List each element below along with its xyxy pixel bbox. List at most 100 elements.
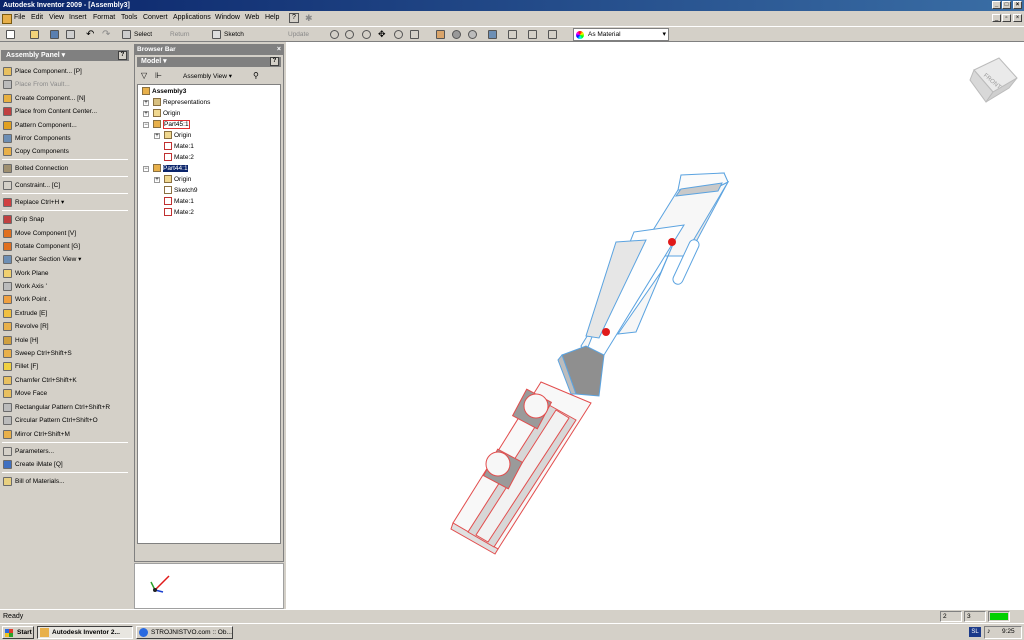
select-icon[interactable] — [122, 30, 131, 39]
redo-icon[interactable]: ↷ — [102, 29, 110, 40]
menu-file[interactable]: File — [14, 14, 25, 21]
menu-insert[interactable]: Insert — [69, 14, 87, 21]
sketch-icon[interactable] — [212, 30, 221, 39]
tool-item[interactable]: Pattern Component... — [3, 120, 77, 132]
menu-web[interactable]: Web — [245, 14, 259, 21]
tool-item[interactable]: Create Component... [N] — [3, 93, 85, 105]
tool-item[interactable]: Place from Content Center... — [3, 106, 97, 118]
assembly-view-dropdown[interactable]: Assembly View ▾ — [183, 72, 232, 80]
part44-model[interactable] — [450, 381, 592, 555]
panel-help-icon[interactable]: ? — [118, 51, 127, 60]
display-mode-icon[interactable] — [436, 30, 445, 39]
tree-node[interactable]: Part44:1 — [153, 164, 188, 174]
browser-help-icon[interactable]: ? — [270, 57, 279, 66]
model-dropdown[interactable]: Model ▾ ? — [137, 57, 281, 67]
tool-item[interactable]: Work Point . — [3, 294, 50, 306]
menu-view[interactable]: View — [49, 14, 64, 21]
minimize-button[interactable]: _ — [992, 1, 1001, 9]
expand-toggle[interactable]: − — [143, 122, 149, 128]
doc-minimize-button[interactable]: _ — [992, 14, 1001, 22]
tool-item[interactable]: Sweep Ctrl+Shift+S — [3, 348, 72, 360]
tool-item[interactable]: Place From Vault... — [3, 79, 70, 91]
maximize-button[interactable]: □ — [1002, 1, 1011, 9]
tool-item[interactable]: Rotate Component [G] — [3, 241, 80, 253]
pan-icon[interactable]: ✥ — [378, 29, 386, 40]
tool-item[interactable]: Work Plane — [3, 268, 48, 280]
menu-applications[interactable]: Applications — [173, 14, 211, 21]
open-icon[interactable] — [30, 30, 39, 39]
menu-help[interactable]: Help — [265, 14, 279, 21]
tool-item[interactable]: Fillet [F] — [3, 361, 38, 373]
tree-node[interactable]: Origin — [153, 109, 180, 119]
tool-item[interactable]: Quarter Section View ▾ — [3, 254, 81, 266]
expand-toggle[interactable]: − — [143, 166, 149, 172]
constraint-point-upper[interactable] — [668, 238, 676, 246]
task-inventor[interactable]: Autodesk Inventor 2... — [37, 626, 133, 639]
hierarchy-icon[interactable]: ⊩ — [155, 71, 162, 80]
tool-item[interactable]: Rectangular Pattern Ctrl+Shift+R — [3, 402, 110, 414]
tool-item[interactable]: Move Component [V] — [3, 228, 76, 240]
tool-item[interactable]: Mirror Components — [3, 133, 71, 145]
tool-item[interactable]: Copy Components — [3, 146, 69, 158]
material-select[interactable]: As Material ▾ — [573, 28, 669, 41]
graphics-window[interactable]: FRONT — [286, 42, 1024, 609]
tree-node[interactable]: Representations — [153, 98, 210, 108]
ground-plane-icon[interactable] — [508, 30, 517, 39]
speaker-icon[interactable]: ♪ — [987, 628, 991, 635]
menu-tools[interactable]: Tools — [121, 14, 137, 21]
rotate-view-icon[interactable] — [394, 30, 403, 39]
camera-icon[interactable] — [488, 30, 497, 39]
start-button[interactable]: Start — [2, 626, 34, 639]
filter-icon[interactable]: ▽ — [141, 71, 147, 80]
save-icon[interactable] — [50, 30, 59, 39]
constraint-point-lower[interactable] — [602, 328, 610, 336]
tool-item[interactable]: Revolve [R] — [3, 321, 49, 333]
undo-icon[interactable]: ↶ — [86, 29, 94, 40]
sketch-button[interactable]: Sketch — [224, 29, 244, 40]
tree-node[interactable]: Part45:1 — [153, 120, 190, 130]
tree-node[interactable]: Sketch9 — [164, 186, 198, 196]
tool-item[interactable]: Circular Pattern Ctrl+Shift+O — [3, 415, 98, 427]
close-button[interactable]: × — [1013, 1, 1022, 9]
tool-item[interactable]: Mirror Ctrl+Shift+M — [3, 429, 70, 441]
doc-restore-button[interactable]: ▫ — [1002, 14, 1011, 22]
language-indicator[interactable]: SL — [969, 627, 981, 637]
tool-item[interactable]: Hole [H] — [3, 335, 38, 347]
menu-format[interactable]: Format — [93, 14, 115, 21]
expand-toggle[interactable]: + — [154, 133, 160, 139]
app-icon[interactable] — [2, 14, 12, 24]
new-icon[interactable] — [6, 30, 15, 39]
tree-node[interactable]: Mate:2 — [164, 208, 194, 218]
binoculars-icon[interactable]: ⚲ — [253, 71, 259, 80]
look-at-icon[interactable] — [410, 30, 419, 39]
menu-edit[interactable]: Edit — [31, 14, 43, 21]
zoom-selected-icon[interactable] — [362, 30, 371, 39]
menu-window[interactable]: Window — [215, 14, 240, 21]
tool-item[interactable]: Move Face — [3, 388, 47, 400]
style-icon[interactable] — [548, 30, 557, 39]
shadow-icon[interactable] — [468, 30, 477, 39]
model-view[interactable]: FRONT — [286, 42, 1024, 609]
reflection-icon[interactable] — [528, 30, 537, 39]
tool-item[interactable]: Place Component... [P] — [3, 66, 82, 78]
panel-header[interactable]: Assembly Panel ▾ ? — [1, 50, 129, 61]
tree-node[interactable]: Origin — [164, 175, 191, 185]
tool-item[interactable]: Bolted Connection — [3, 163, 68, 175]
tool-item[interactable]: Replace Ctrl+H ▾ — [3, 197, 64, 209]
zoom-icon[interactable] — [330, 30, 339, 39]
web-icon[interactable]: ✱ — [305, 13, 313, 24]
viewcube[interactable]: FRONT — [969, 57, 1018, 103]
project-icon[interactable] — [66, 30, 75, 39]
help-icon[interactable]: ? — [289, 13, 299, 23]
tool-item[interactable]: Work Axis ' — [3, 281, 47, 293]
tree-node[interactable]: Assembly3 — [142, 87, 186, 97]
tree-node[interactable]: Origin — [164, 131, 191, 141]
shading-icon[interactable] — [452, 30, 461, 39]
update-button[interactable]: Update — [288, 29, 309, 40]
close-icon[interactable]: × — [277, 45, 281, 55]
zoom-window-icon[interactable] — [345, 30, 354, 39]
tool-item[interactable]: Grip Snap — [3, 214, 44, 226]
select-button[interactable]: Select — [134, 29, 152, 40]
tool-item[interactable]: Create iMate [Q] — [3, 459, 63, 471]
tree-node[interactable]: Mate:1 — [164, 142, 194, 152]
